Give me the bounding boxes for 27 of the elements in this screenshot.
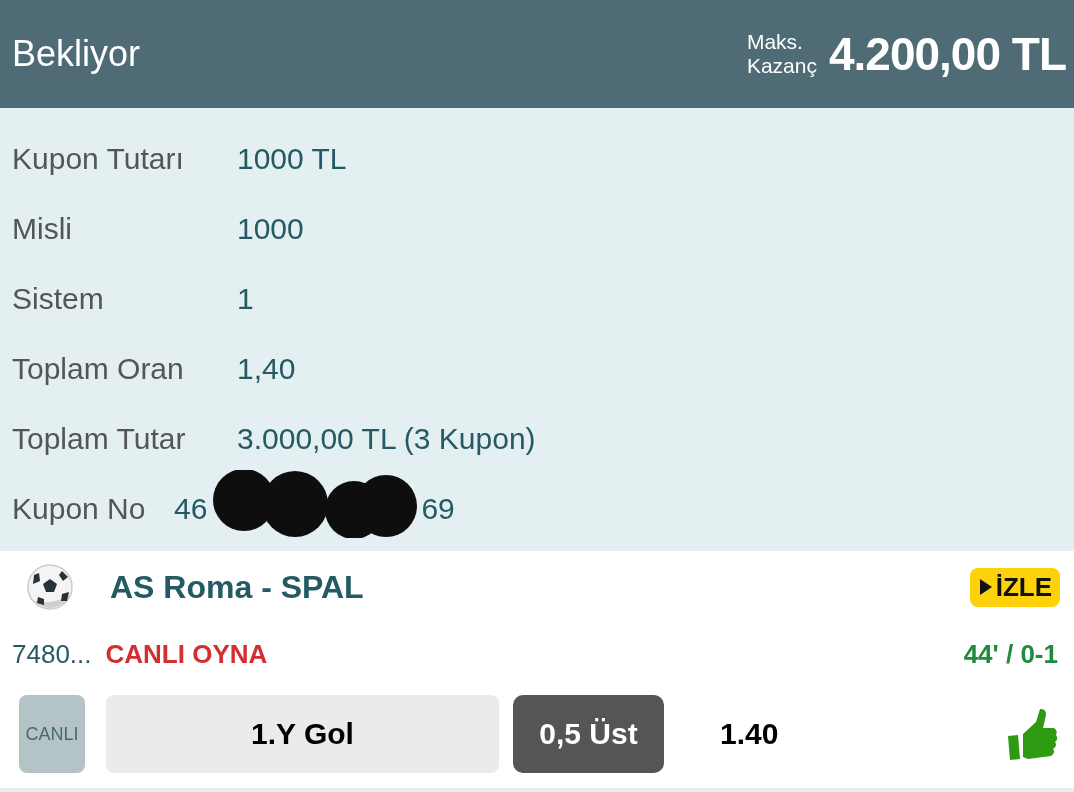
match-code: 7480... (12, 638, 92, 670)
play-icon (977, 577, 994, 597)
detail-value: 1000 TL (237, 142, 347, 176)
detail-label: Kupon Tutarı (12, 142, 185, 176)
match-title: AS Roma - SPAL (110, 568, 365, 606)
max-win-label: Maks. Kazanç (746, 29, 817, 79)
coupon-status: Bekliyor (12, 33, 141, 75)
coupon-number-label: Kupon No (12, 492, 147, 526)
odds-value: 1.40 (720, 717, 780, 751)
detail-value: 1000 (237, 212, 304, 246)
coupon-number-start: 46 (174, 492, 208, 526)
live-badge: CANLI (19, 695, 85, 773)
match-minute-score: 44' / 0-1 (963, 638, 1058, 670)
detail-label: Misli (12, 212, 73, 246)
detail-label: Sistem (12, 282, 105, 316)
max-win-amount: 4.200,00 TL (828, 27, 1066, 81)
market-name: 1.Y Gol (106, 695, 499, 773)
detail-label: Toplam Oran (12, 352, 185, 386)
detail-value: 3.000,00 TL (3 Kupon) (237, 422, 536, 456)
detail-label: Toplam Tutar (12, 422, 187, 456)
live-bet-link[interactable]: CANLI OYNA (105, 638, 964, 670)
coupon-number-end: 69 (421, 492, 455, 526)
watch-button[interactable]: İZLE (969, 567, 1060, 607)
selection-tag: 0,5 Üst (513, 695, 664, 773)
soccer-ball-icon (24, 561, 76, 613)
detail-value: 1,40 (237, 352, 296, 386)
detail-value: 1 (237, 282, 254, 316)
